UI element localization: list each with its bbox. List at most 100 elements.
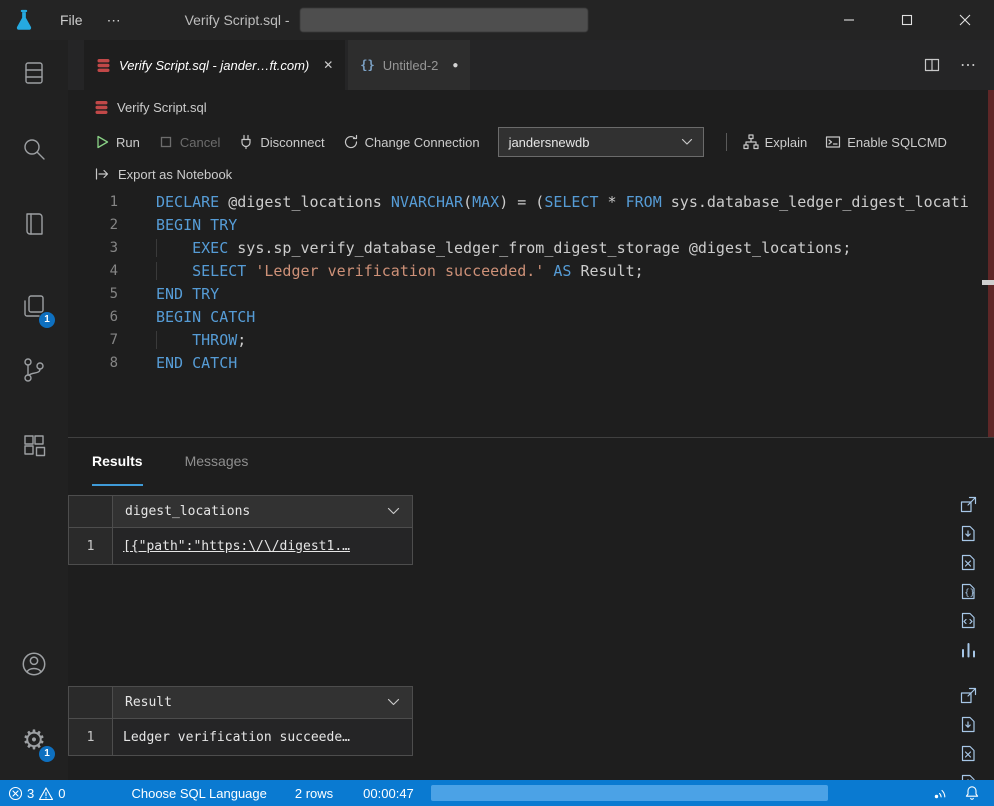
tab-close-icon[interactable]: ✕ [323, 58, 333, 72]
account-button[interactable] [0, 647, 68, 681]
code-text[interactable]: BEGIN CATCH [156, 306, 255, 329]
refresh-connection-icon [343, 134, 359, 150]
bell-icon[interactable] [964, 785, 980, 801]
tab-messages[interactable]: Messages [185, 438, 249, 486]
sqlcmd-icon [825, 134, 841, 150]
cancel-button[interactable]: Cancel [158, 134, 220, 150]
elapsed-time-indicator[interactable]: 00:00:47 [358, 780, 419, 806]
change-connection-button[interactable]: Change Connection [343, 134, 480, 150]
sidebar-item-extensions[interactable] [0, 428, 68, 462]
sidebar-item-source-control[interactable] [0, 353, 68, 387]
row-number-cell[interactable]: 1 [69, 528, 113, 564]
save-as-json-icon[interactable]: {} [959, 773, 978, 780]
line-number[interactable]: 7 [68, 329, 118, 352]
window-title-redacted [300, 8, 588, 32]
grid-corner-cell[interactable] [69, 496, 113, 528]
grid-cell-value[interactable]: Ledger verification succeede… [113, 719, 412, 755]
line-number[interactable]: 1 [68, 191, 118, 214]
row-count-indicator[interactable]: 2 rows [290, 780, 338, 806]
tab-results[interactable]: Results [92, 438, 143, 486]
maximize-grid-icon[interactable] [959, 686, 978, 705]
code-text[interactable]: END CATCH [156, 352, 237, 375]
grid-column-header[interactable]: Result [113, 687, 412, 719]
grid-column-header[interactable]: digest_locations [113, 496, 412, 528]
database-selector-value: jandersnewdb [509, 135, 590, 150]
line-number[interactable]: 4 [68, 260, 118, 283]
tab-untitled-2[interactable]: {} Untitled-2 ● [348, 40, 470, 90]
run-icon [94, 134, 110, 150]
sidebar-item-search[interactable] [0, 132, 68, 166]
save-as-excel-icon[interactable] [959, 744, 978, 763]
close-button[interactable] [936, 0, 994, 40]
plug-icon [238, 134, 254, 150]
explain-button[interactable]: Explain [743, 134, 808, 150]
code-editor[interactable]: 1 DECLARE @digest_locations NVARCHAR(MAX)… [68, 188, 994, 437]
breadcrumb[interactable]: Verify Script.sql [68, 90, 994, 124]
problems-indicator[interactable]: 3 0 [0, 780, 70, 806]
grid-corner-cell[interactable] [69, 687, 113, 719]
run-button[interactable]: Run [94, 134, 140, 150]
column-header-label: Result [125, 695, 172, 710]
code-text[interactable]: BEGIN TRY [156, 214, 237, 237]
maximize-button[interactable] [878, 0, 936, 40]
database-file-icon [94, 100, 109, 115]
settings-badge: 1 [39, 746, 55, 762]
warning-count: 0 [58, 786, 65, 801]
tab-verify-script[interactable]: Verify Script.sql - jander…ft.com) ✕ [84, 40, 345, 90]
menubar-more-button[interactable]: ⋯ [95, 0, 133, 40]
code-lines[interactable]: 1 DECLARE @digest_locations NVARCHAR(MAX)… [68, 191, 994, 375]
overview-ruler[interactable] [988, 90, 994, 437]
maximize-grid-icon[interactable] [959, 495, 978, 514]
database-selector[interactable]: jandersnewdb [498, 127, 704, 157]
export-as-notebook-button[interactable]: Export as Notebook [68, 160, 994, 188]
grid1-actions: {} [959, 495, 981, 659]
language-mode-indicator[interactable]: Choose SQL Language [126, 780, 271, 806]
scrollbar-marker[interactable] [982, 280, 994, 285]
change-connection-label: Change Connection [365, 135, 480, 150]
menu-file[interactable]: File [48, 0, 95, 40]
code-text[interactable]: THROW; [156, 329, 246, 352]
split-editor-icon[interactable] [924, 57, 940, 73]
line-number[interactable]: 2 [68, 214, 118, 237]
breadcrumb-file-name[interactable]: Verify Script.sql [117, 100, 207, 115]
settings-button[interactable]: ⚙ 1 [0, 723, 68, 757]
sidebar-item-notebooks[interactable] [0, 207, 68, 241]
enable-sqlcmd-button[interactable]: Enable SQLCMD [825, 134, 947, 150]
export-as-notebook-label: Export as Notebook [118, 167, 232, 182]
dirty-indicator-icon[interactable]: ● [452, 60, 458, 71]
editor-more-actions-button[interactable]: ⋯ [960, 55, 976, 75]
code-text[interactable]: END TRY [156, 283, 219, 306]
notebook-icon [20, 210, 48, 238]
line-number[interactable]: 3 [68, 237, 118, 260]
statusbar-right [932, 785, 994, 801]
grid-cell-json-link[interactable]: [{"path":"https:\/\/digest1.… [113, 528, 412, 564]
save-as-excel-icon[interactable] [959, 553, 978, 572]
server-icon [20, 59, 48, 87]
code-text[interactable]: DECLARE @digest_locations NVARCHAR(MAX) … [156, 191, 969, 214]
disconnect-label: Disconnect [260, 135, 324, 150]
enable-sqlcmd-label: Enable SQLCMD [847, 135, 947, 150]
sidebar-item-connections[interactable] [0, 56, 68, 90]
line-number[interactable]: 6 [68, 306, 118, 329]
results-panel-tabs: Results Messages [68, 438, 994, 486]
chart-icon[interactable] [959, 640, 978, 659]
save-as-json-icon[interactable]: {} [959, 582, 978, 601]
disconnect-button[interactable]: Disconnect [238, 134, 324, 150]
explain-plan-icon [743, 134, 759, 150]
save-as-csv-icon[interactable] [959, 715, 978, 734]
line-number[interactable]: 8 [68, 352, 118, 375]
svg-text:{}: {} [964, 589, 975, 599]
code-text[interactable]: SELECT 'Ledger verification succeeded.' … [156, 260, 644, 283]
save-as-csv-icon[interactable] [959, 524, 978, 543]
sidebar-item-explorer[interactable]: 1 [0, 289, 68, 323]
statusbar-redacted [431, 785, 828, 801]
explorer-badge: 1 [39, 312, 55, 328]
code-text[interactable]: EXEC sys.sp_verify_database_ledger_from_… [156, 237, 851, 260]
row-number-cell[interactable]: 1 [69, 719, 113, 755]
save-as-xml-icon[interactable] [959, 611, 978, 630]
broadcast-icon[interactable] [932, 785, 948, 801]
code-line: 7 THROW; [68, 329, 994, 352]
code-line: 4 SELECT 'Ledger verification succeeded.… [68, 260, 994, 283]
minimize-button[interactable] [820, 0, 878, 40]
line-number[interactable]: 5 [68, 283, 118, 306]
